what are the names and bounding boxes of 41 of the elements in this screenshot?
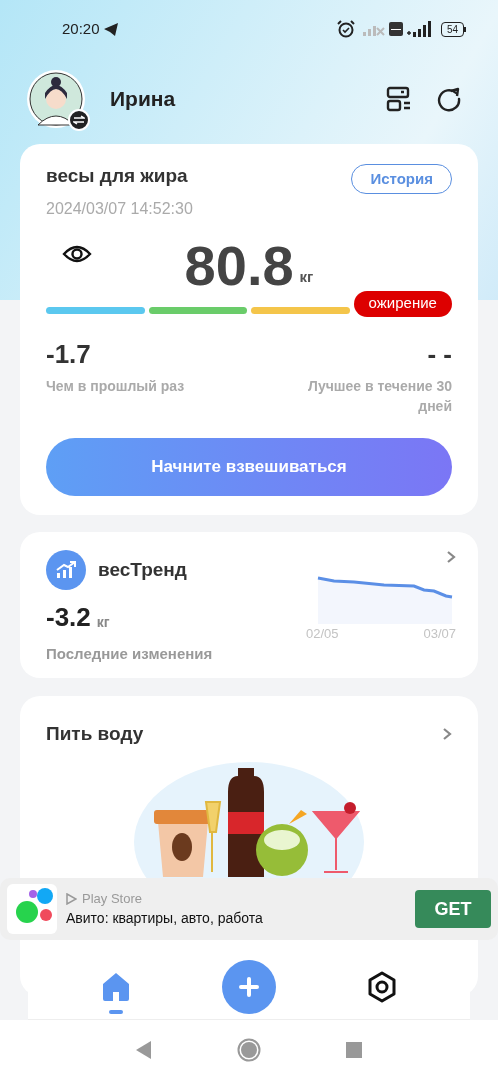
play-icon [66,892,77,905]
trend-icon [46,550,86,590]
change-unit: кг [96,613,110,632]
add-button[interactable] [222,960,276,1014]
stat-label: Чем в прошлый раз [46,376,185,396]
layout-icon[interactable] [386,86,412,112]
card-title: Пить воду [46,722,144,746]
axis-label: 02/05 [306,625,339,643]
card-title: весТренд [98,557,187,582]
app-logo [7,884,57,934]
change-value: -3.2 [46,601,91,634]
stat-value: - - [427,337,452,371]
trend-card[interactable]: весТренд -3.2 кг Последние изменения 02/05 03/07 [20,532,478,678]
switch-icon[interactable] [68,109,90,131]
change-caption: Последние изменения [46,644,214,664]
battery-icon: 54 [440,21,466,37]
chevron-right-icon[interactable] [442,727,452,742]
get-button[interactable]: GET [415,890,491,928]
clock: 20:20 [62,18,100,39]
avatar[interactable] [26,69,86,129]
chevron-right-icon[interactable] [446,550,456,564]
alarm-icon [336,20,355,38]
plus-icon [239,977,259,997]
weight-unit: кг [299,267,314,287]
home-icon[interactable] [237,1038,261,1062]
stat-label: Лучшее в течение 30 дней [307,376,452,416]
volte-icon [388,22,403,36]
ad-title: Авито: квартиры, авто, работа [66,909,264,929]
signal-icon [406,21,433,37]
refresh-icon[interactable] [436,86,462,112]
send-icon [103,22,118,36]
card-title: весы для жира [46,164,189,188]
ad-banner[interactable]: Play Store Авито: квартиры, авто, работа GET [0,878,498,940]
stat-value: -1.7 [46,337,91,371]
axis-label: 03/07 [423,625,456,643]
ad-source: Play Store [82,889,142,908]
back-icon[interactable] [136,1041,152,1059]
weight-value: 80.8 [184,234,294,297]
timestamp: 2024/03/07 14:52:30 [46,198,193,219]
user-name: Ирина [110,86,176,113]
status-badge: ожирение [353,290,452,317]
